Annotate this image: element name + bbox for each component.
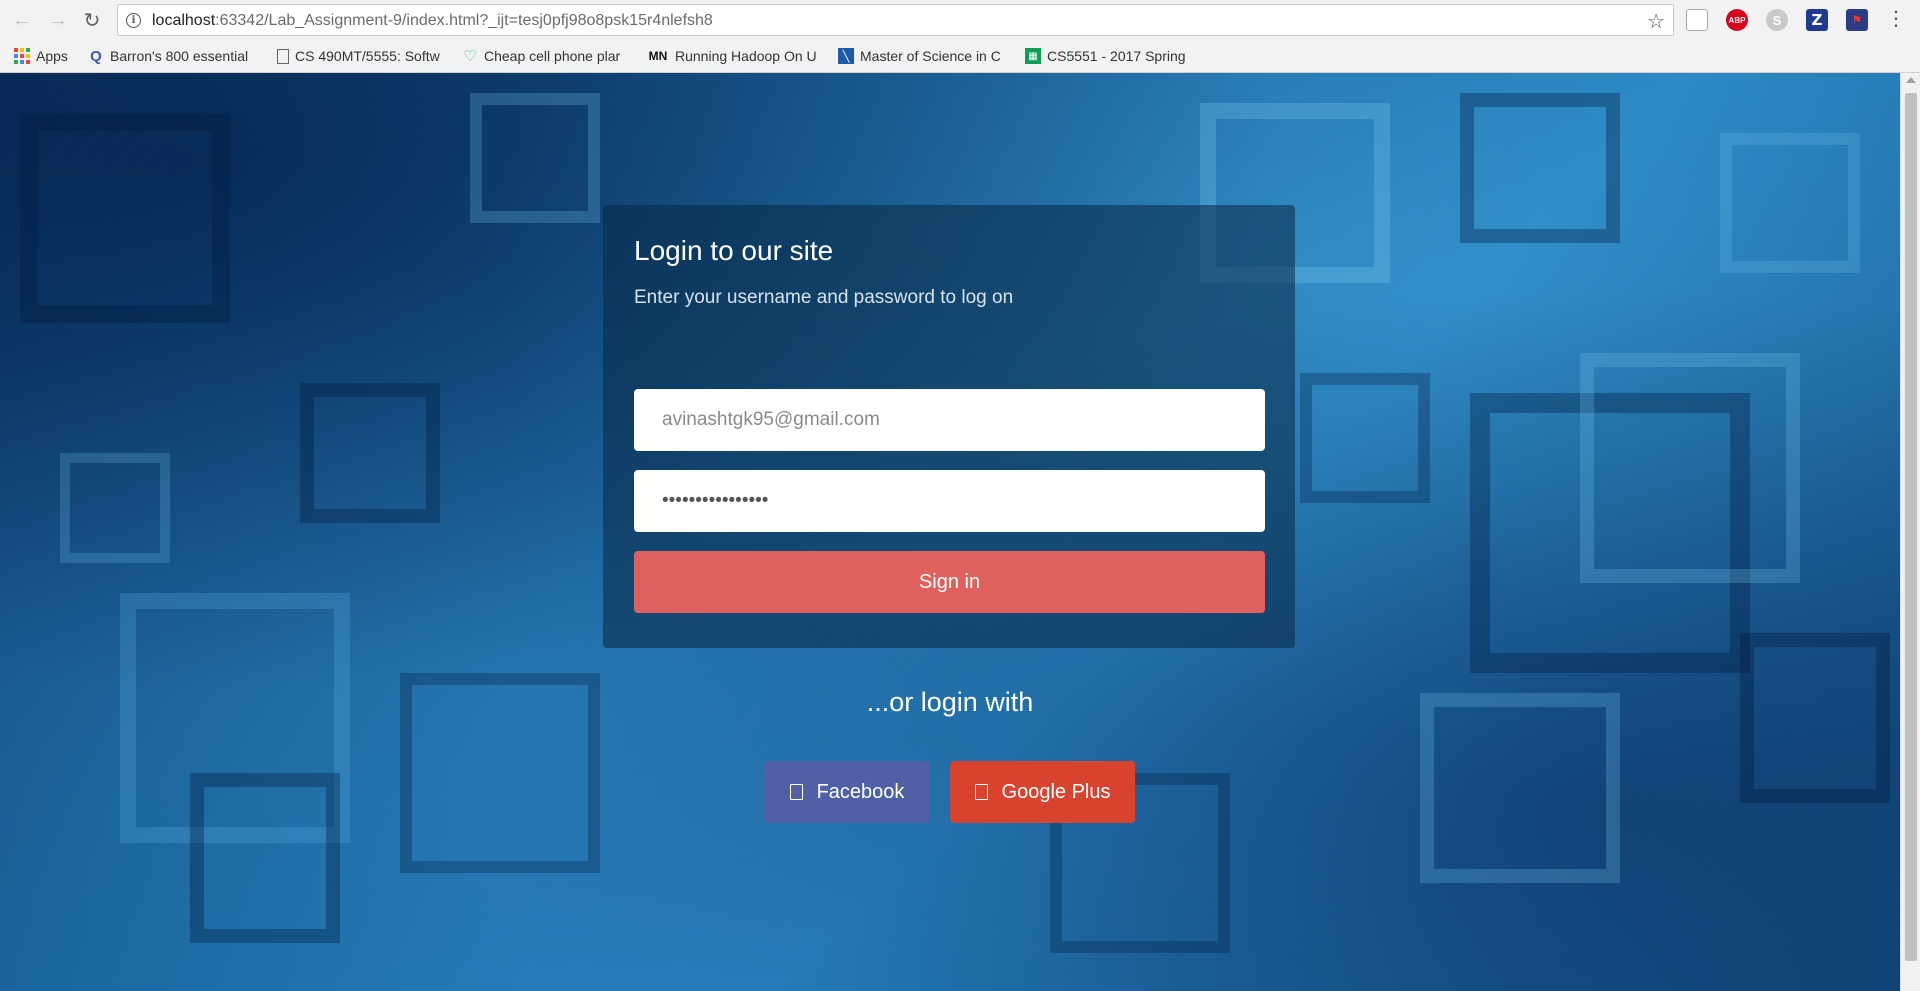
google-plus-icon — [974, 784, 988, 800]
bookmark-label: Apps — [36, 48, 68, 64]
page-icon — [277, 48, 289, 64]
login-subtitle: Enter your username and password to log … — [634, 287, 1014, 308]
bookmark-apps[interactable]: Apps — [14, 46, 68, 66]
google-plus-login-button[interactable]: Google Plus — [950, 761, 1135, 823]
flag-extension-icon[interactable]: ⚑ — [1846, 9, 1868, 31]
address-bar[interactable]: i localhost:63342/Lab_Assignment-9/index… — [117, 4, 1674, 36]
apps-grid-icon — [14, 48, 30, 64]
scrollbar-thumb[interactable] — [1905, 93, 1917, 961]
document-extension-icon[interactable] — [1686, 9, 1708, 31]
url-path: :63342/Lab_Assignment-9/index.html?_ijt=… — [215, 12, 713, 29]
forward-arrow-icon[interactable]: → — [44, 6, 72, 34]
password-input[interactable] — [634, 470, 1265, 532]
google-plus-label: Google Plus — [1001, 780, 1111, 803]
bookmark-cs490[interactable]: CS 490MT/5555: Softw — [277, 46, 449, 66]
bookmark-hadoop[interactable]: MN Running Hadoop On U — [647, 46, 823, 66]
umkc-icon: ╲ — [838, 48, 854, 64]
bookmarks-bar: Apps Q Barron's 800 essential CS 490MT/5… — [0, 40, 1920, 72]
chrome-menu-icon[interactable]: ⋮ — [1886, 8, 1906, 32]
back-arrow-icon[interactable]: ← — [8, 6, 36, 34]
bookmark-label: CS 490MT/5555: Softw — [295, 48, 440, 64]
adblock-plus-icon[interactable]: ABP — [1726, 9, 1748, 31]
reload-icon[interactable]: ↻ — [78, 6, 106, 34]
bookmark-cs5551[interactable]: ▦ CS5551 - 2017 Spring — [1025, 46, 1197, 66]
facebook-icon — [789, 784, 803, 800]
sign-in-button[interactable]: Sign in — [634, 551, 1265, 613]
mn-icon: MN — [648, 49, 668, 63]
url-text[interactable]: localhost:63342/Lab_Assignment-9/index.h… — [152, 12, 713, 30]
scroll-up-arrow-icon[interactable] — [1906, 77, 1916, 83]
bookmark-barrons[interactable]: Q Barron's 800 essential — [88, 46, 258, 66]
bookmark-label: Barron's 800 essential — [110, 48, 249, 64]
facebook-login-button[interactable]: Facebook — [764, 761, 930, 823]
bookmark-star-icon[interactable]: ☆ — [1647, 9, 1665, 34]
page-background: Login to our site Enter your username an… — [0, 73, 1900, 991]
bookmark-label: CS5551 - 2017 Spring — [1047, 48, 1186, 64]
bookmark-cellphone[interactable]: ♡ Cheap cell phone plar — [462, 46, 638, 66]
info-icon[interactable]: i — [126, 13, 141, 28]
browser-chrome: ← → ↻ i localhost:63342/Lab_Assignment-9… — [0, 0, 1920, 73]
login-form-panel: Login to our site Enter your username an… — [603, 205, 1295, 648]
sheets-icon: ▦ — [1025, 48, 1041, 64]
facebook-label: Facebook — [816, 780, 905, 803]
bookmark-label: Running Hadoop On U — [675, 48, 817, 64]
bookmark-label: Master of Science in C — [860, 48, 1001, 64]
bookmark-master[interactable]: ╲ Master of Science in C — [838, 46, 1010, 66]
or-login-with-text: ...or login with — [866, 687, 1034, 717]
skype-extension-icon[interactable]: S — [1766, 9, 1788, 31]
page-scrollbar[interactable] — [1900, 73, 1920, 991]
zotero-extension-icon[interactable]: Z — [1806, 9, 1828, 31]
bookmark-label: Cheap cell phone plar — [484, 48, 621, 64]
quizlet-icon: Q — [90, 47, 102, 65]
url-host: localhost — [152, 12, 216, 29]
username-input[interactable] — [634, 389, 1265, 451]
heart-icon: ♡ — [463, 48, 477, 65]
login-title: Login to our site — [634, 235, 834, 266]
browser-toolbar: ← → ↻ i localhost:63342/Lab_Assignment-9… — [0, 0, 1920, 40]
